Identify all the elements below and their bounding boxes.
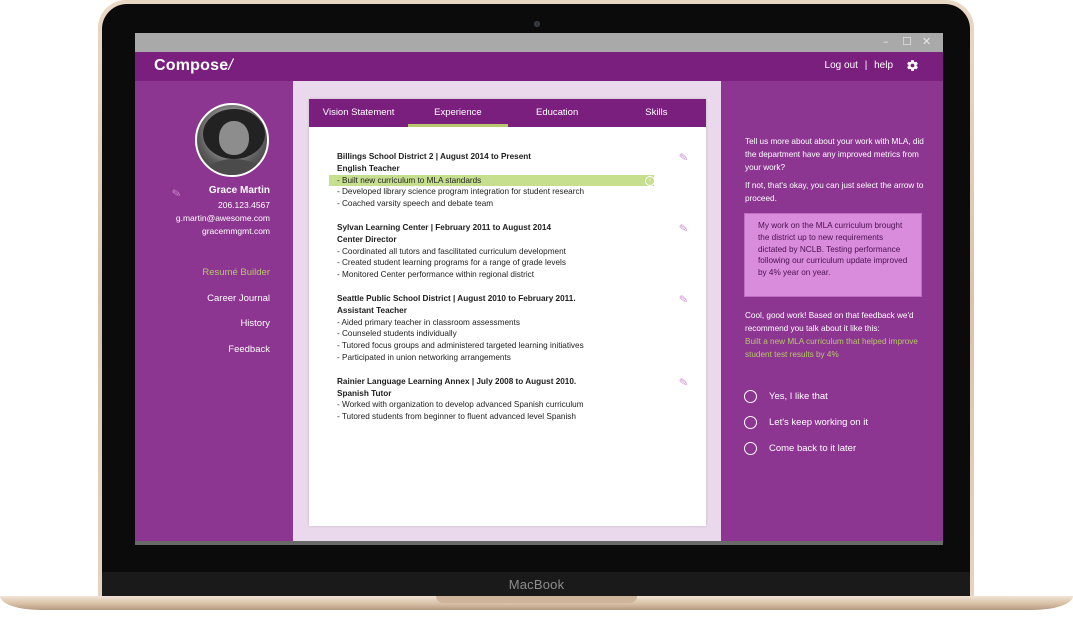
entry-role: English Teacher [337,163,400,173]
entry-bullet: - Tutored focus groups and administered … [337,341,584,351]
laptop-frame: MacBook – ☐ ✕ Compose/ Log out | help ✎ … [0,0,1073,618]
option-label: Yes, I like that [769,390,828,402]
profile-name: Grace Martin [208,185,270,196]
profile-phone: 206.123.4567 [218,200,270,210]
pencil-icon[interactable]: ✎ [678,221,689,235]
entry-bullet: - Coordinated all tutors and fascilitate… [337,246,566,256]
app-screen: – ☐ ✕ Compose/ Log out | help ✎ Grace Ma… [135,33,943,541]
profile-info: Grace Martin 206.123.4567 g.martin@aweso… [176,185,270,238]
arrow-left-icon[interactable]: ‹ [645,175,655,186]
entry-bullet: - Developed library science program inte… [337,187,585,197]
experience-entry: Billings School District 2 | August 2014… [329,150,689,210]
avatar-body [205,159,263,175]
maximize-icon[interactable]: ☐ [902,36,912,48]
header-separator: | [864,60,868,71]
response-options: Yes, I like that Let's keep working on i… [744,383,868,461]
assistant-panel: Tell us more about about your work with … [721,81,943,541]
logo-text: Compose [154,57,229,74]
experience-entry: Sylvan Learning Center | February 2011 t… [337,221,689,281]
entry-role: Center Director [337,234,397,244]
option-come-back[interactable]: Come back to it later [744,435,868,461]
radio-button[interactable] [744,415,757,429]
experience-entry: Rainier Language Learning Annex | July 2… [337,375,689,423]
profile-website: gracemmgmt.com [201,226,270,236]
window-titlebar: – ☐ ✕ [135,33,943,52]
assistant-hint: If not, that's okay, you can just select… [745,181,924,203]
sidebar-item-feedback[interactable]: Feedback [202,344,270,370]
bullet-text: - Built new curriculum to MLA standards [337,175,482,185]
entry-role: Assistant Teacher [337,305,407,315]
app-logo[interactable]: Compose/ [154,57,233,75]
entry-title: Rainier Language Learning Annex | July 2… [337,376,577,386]
entry-bullet: - Coached varsity speech and debate team [337,199,494,209]
logout-link[interactable]: Log out [825,60,858,71]
option-label: Let's keep working on it [769,416,868,428]
minimize-icon[interactable]: – [883,36,889,48]
assistant-feedback: Cool, good work! Based on that feedback … [745,309,927,361]
tab-skills[interactable]: Skills [607,99,706,127]
entry-role: Spanish Tutor [337,388,392,398]
sidebar: ✎ Grace Martin 206.123.4567 g.martin@awe… [135,81,293,541]
entry-title: Sylvan Learning Center | February 2011 t… [337,222,552,232]
pencil-icon[interactable]: ✎ [678,150,689,164]
sidebar-nav: Resumé Builder Career Journal History Fe… [202,267,270,369]
help-link[interactable]: help [874,60,893,71]
header-links: Log out | help [825,60,893,71]
radio-button[interactable] [744,389,757,403]
entry-bullet: - Aided primary teacher in classroom ass… [337,317,520,327]
option-label: Come back to it later [769,442,857,454]
sidebar-item-history[interactable]: History [202,318,270,344]
entry-bullet: - Created student learning programs for … [337,258,566,268]
pencil-icon[interactable]: ✎ [678,292,689,306]
gear-icon[interactable] [906,59,919,74]
assistant-question: Tell us more about about your work with … [745,137,924,172]
close-icon[interactable]: ✕ [922,36,931,48]
resume-card: Vision Statement Experience Education Sk… [309,99,706,526]
avatar-face [219,121,249,155]
profile-email: g.martin@awesome.com [175,213,270,223]
entry-bullet: - Tutored students from beginner to flue… [337,412,576,422]
entry-bullet: - Worked with organization to develop ad… [337,400,584,410]
avatar[interactable] [195,103,269,177]
laptop-base-notch [436,596,637,603]
entry-title: Seattle Public School District | August … [337,293,576,303]
highlighted-bullet[interactable]: - Built new curriculum to MLA standards … [329,174,655,187]
tab-vision-statement[interactable]: Vision Statement [309,99,408,127]
resume-area: Vision Statement Experience Education Sk… [293,81,721,541]
option-yes[interactable]: Yes, I like that [744,383,868,409]
radio-button[interactable] [744,441,757,455]
entry-bullet: - Monitored Center performance within re… [337,270,535,280]
pencil-icon[interactable]: ✎ [678,375,689,389]
screen-bottom-bar [135,541,943,545]
entry-bullet: - Participated in union networking arran… [337,352,511,362]
experience-list: Billings School District 2 | August 2014… [329,150,689,435]
tab-experience[interactable]: Experience [408,99,508,127]
experience-entry: Seattle Public School District | August … [337,292,689,364]
feedback-text: Cool, good work! Based on that feedback … [745,311,914,333]
logo-slash: / [228,57,233,74]
sidebar-item-career-journal[interactable]: Career Journal [202,293,270,319]
sidebar-item-resume-builder[interactable]: Resumé Builder [202,267,270,293]
camera [534,21,540,27]
tab-education[interactable]: Education [508,99,607,127]
app-header: Compose/ Log out | help [135,52,943,81]
entry-title: Billings School District 2 | August 2014… [337,152,531,161]
option-keep-working[interactable]: Let's keep working on it [744,409,868,435]
suggestion-text: Built a new MLA curriculum that helped i… [745,337,918,359]
resume-tabs: Vision Statement Experience Education Sk… [309,99,706,127]
laptop-brand: MacBook [508,577,565,592]
user-response[interactable]: My work on the MLA curriculum brought th… [744,213,922,297]
entry-bullet: - Counseled students individually [337,329,457,339]
